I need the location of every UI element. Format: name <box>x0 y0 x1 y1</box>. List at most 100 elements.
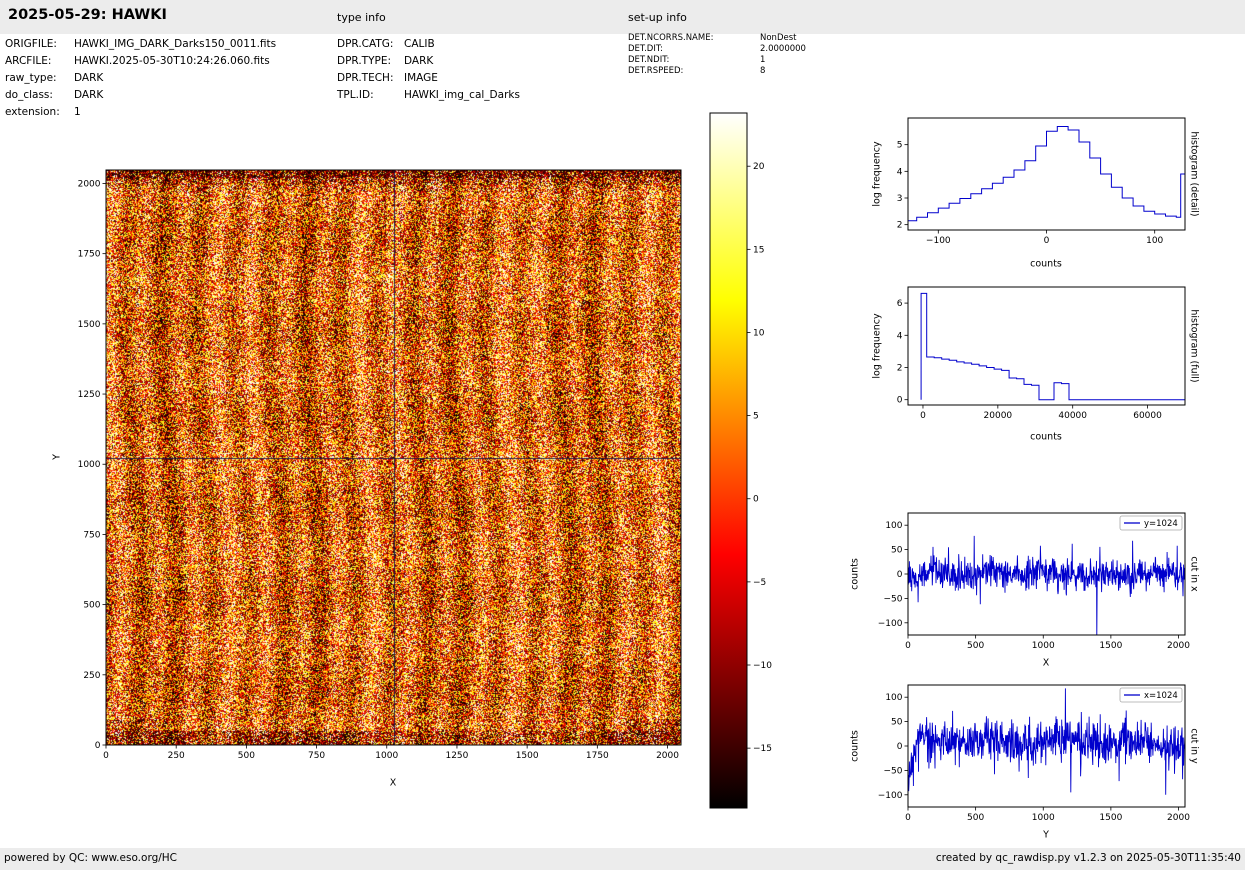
metadata-label: raw_type: <box>5 70 74 87</box>
svg-text:2000: 2000 <box>78 179 101 189</box>
svg-text:500: 500 <box>83 601 100 611</box>
metadata-value: CALIB <box>404 38 435 50</box>
svg-text:500: 500 <box>967 641 984 651</box>
colorbar <box>710 113 747 808</box>
metadata-row: raw_type:DARK <box>5 70 276 87</box>
svg-text:0: 0 <box>897 570 903 580</box>
metadata-label: DPR.TECH: <box>337 70 404 87</box>
svg-text:750: 750 <box>308 751 325 761</box>
svg-text:0: 0 <box>897 742 903 752</box>
svg-text:−15: −15 <box>753 744 772 754</box>
histogram-full-side-label: histogram (full) <box>1189 309 1200 382</box>
svg-text:20000: 20000 <box>984 411 1013 421</box>
histogram-detail-x-axis-label: counts <box>1030 259 1062 270</box>
svg-text:1750: 1750 <box>586 751 609 761</box>
metadata-row: extension:1 <box>5 104 276 121</box>
metadata-label: DET.RSPEED: <box>628 66 760 77</box>
svg-text:2000: 2000 <box>1167 641 1190 651</box>
histogram-full-x-axis-label: counts <box>1030 432 1062 443</box>
svg-text:0: 0 <box>905 641 911 651</box>
metadata-value: DARK <box>404 55 433 67</box>
metadata-value: DARK <box>74 89 103 101</box>
metadata-value: 1 <box>74 106 81 118</box>
metadata-row: do_class:DARK <box>5 87 276 104</box>
metadata-row: DPR.TECH:IMAGE <box>337 70 520 87</box>
svg-text:10: 10 <box>753 328 765 338</box>
type-info-heading: type info <box>337 11 386 24</box>
metadata-label: ARCFILE: <box>5 53 74 70</box>
svg-text:1500: 1500 <box>516 751 539 761</box>
svg-text:100: 100 <box>885 521 902 531</box>
main-image-y-axis-label: Y <box>52 454 63 460</box>
metadata-label: DPR.TYPE: <box>337 53 404 70</box>
qc-report-page: 2025-05-29: HAWKI type info set-up info … <box>0 0 1245 870</box>
svg-text:0: 0 <box>1044 236 1050 246</box>
metadata-row: DET.NDIT:1 <box>628 55 806 66</box>
svg-text:1000: 1000 <box>78 460 101 470</box>
svg-text:60000: 60000 <box>1133 411 1162 421</box>
svg-text:−50: −50 <box>884 766 903 776</box>
metadata-row: TPL.ID:HAWKI_img_cal_Darks <box>337 87 520 104</box>
svg-text:1500: 1500 <box>1099 813 1122 823</box>
file-info-block: ORIGFILE:HAWKI_IMG_DARK_Darks150_0011.fi… <box>5 36 276 121</box>
svg-text:1500: 1500 <box>78 320 101 330</box>
svg-text:2000: 2000 <box>1167 813 1190 823</box>
svg-text:4: 4 <box>897 167 903 177</box>
metadata-value: HAWKI.2025-05-30T10:24:26.060.fits <box>74 55 270 67</box>
metadata-label: DET.NDIT: <box>628 55 760 66</box>
svg-text:500: 500 <box>967 813 984 823</box>
dark-frame-image <box>106 170 681 745</box>
svg-text:20: 20 <box>753 162 765 172</box>
svg-text:5: 5 <box>897 141 903 151</box>
svg-text:1000: 1000 <box>1032 641 1055 651</box>
metadata-label: ORIGFILE: <box>5 36 74 53</box>
page-title: 2025-05-29: HAWKI <box>8 7 167 23</box>
svg-text:2000: 2000 <box>656 751 679 761</box>
svg-text:1500: 1500 <box>1099 641 1122 651</box>
svg-text:250: 250 <box>168 751 185 761</box>
histogram-full-y-axis-label: log frequency <box>872 313 883 378</box>
type-info-block: DPR.CATG:CALIBDPR.TYPE:DARKDPR.TECH:IMAG… <box>337 36 520 104</box>
metadata-label: do_class: <box>5 87 74 104</box>
svg-text:500: 500 <box>238 751 255 761</box>
header-bar: 2025-05-29: HAWKI type info set-up info <box>0 0 1245 34</box>
svg-text:750: 750 <box>83 530 100 540</box>
setup-info-block: DET.NCORRS.NAME:NonDestDET.DIT:2.0000000… <box>628 33 806 77</box>
svg-text:x=1024: x=1024 <box>1144 691 1178 701</box>
metadata-row: DPR.CATG:CALIB <box>337 36 520 53</box>
footer-bar: powered by QC: www.eso.org/HC created by… <box>0 848 1245 870</box>
svg-text:−100: −100 <box>878 619 903 629</box>
metadata-label: DPR.CATG: <box>337 36 404 53</box>
svg-text:3: 3 <box>897 194 903 204</box>
svg-text:50: 50 <box>891 718 903 728</box>
svg-text:1250: 1250 <box>445 751 468 761</box>
svg-text:2: 2 <box>897 363 903 373</box>
svg-text:−100: −100 <box>878 791 903 801</box>
svg-text:6: 6 <box>897 299 903 309</box>
svg-text:−10: −10 <box>753 661 772 671</box>
histogram-detail-y-axis-label: log frequency <box>872 141 883 206</box>
svg-text:−5: −5 <box>753 578 766 588</box>
metadata-label: DET.DIT: <box>628 44 760 55</box>
svg-text:−50: −50 <box>884 594 903 604</box>
cut-y-y-axis-label: counts <box>850 730 861 762</box>
metadata-value: HAWKI_img_cal_Darks <box>404 89 520 101</box>
svg-text:100: 100 <box>1146 236 1163 246</box>
svg-text:15: 15 <box>753 245 764 255</box>
main-image-x-axis-label: X <box>390 778 397 789</box>
metadata-row: DET.DIT:2.0000000 <box>628 44 806 55</box>
cut-x-side-label: cut in x <box>1189 556 1200 591</box>
metadata-value: 1 <box>760 55 765 65</box>
svg-text:250: 250 <box>83 671 100 681</box>
metadata-value: DARK <box>74 72 103 84</box>
metadata-row: DPR.TYPE:DARK <box>337 53 520 70</box>
metadata-label: DET.NCORRS.NAME: <box>628 33 760 44</box>
metadata-value: HAWKI_IMG_DARK_Darks150_0011.fits <box>74 38 276 50</box>
setup-info-heading: set-up info <box>628 11 687 24</box>
svg-text:1250: 1250 <box>78 390 101 400</box>
metadata-label: extension: <box>5 104 74 121</box>
svg-text:0: 0 <box>905 813 911 823</box>
cut-x-x-axis-label: X <box>1043 658 1050 669</box>
metadata-value: 2.0000000 <box>760 44 806 54</box>
svg-text:y=1024: y=1024 <box>1144 519 1178 529</box>
